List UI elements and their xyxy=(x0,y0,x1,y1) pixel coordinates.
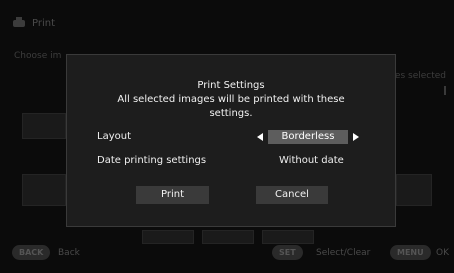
menu-key-badge[interactable]: MENU xyxy=(390,245,431,260)
image-thumbnail xyxy=(142,230,194,244)
set-label: Select/Clear xyxy=(316,248,371,258)
layout-label: Layout xyxy=(97,131,131,142)
menu-label: OK xyxy=(436,248,449,258)
image-thumbnail xyxy=(22,113,66,139)
back-key-badge[interactable]: BACK xyxy=(12,245,51,260)
back-label: Back xyxy=(58,248,80,258)
set-key-badge[interactable]: SET xyxy=(272,245,303,260)
date-printing-label: Date printing settings xyxy=(97,155,207,166)
selected-count-text: es selected xyxy=(394,71,446,81)
dialog-description: All selected images will be printed with… xyxy=(117,94,345,119)
scrollbar-indicator xyxy=(444,86,446,95)
print-settings-dialog: Print Settings All selected images will … xyxy=(66,54,396,227)
footer-bar: BACK Back SET Select/Clear MENU OK xyxy=(0,245,454,263)
dialog-title: Print Settings xyxy=(197,80,265,91)
image-thumbnail xyxy=(396,174,432,206)
arrow-left-icon[interactable] xyxy=(257,133,263,141)
image-thumbnail xyxy=(262,230,314,244)
arrow-right-icon[interactable] xyxy=(353,133,359,141)
date-printing-value[interactable]: Without date xyxy=(279,154,344,168)
screen-title: Print xyxy=(32,17,56,29)
layout-selector[interactable]: Borderless xyxy=(257,130,359,144)
printer-icon xyxy=(12,17,26,29)
image-thumbnail xyxy=(22,174,66,206)
print-button[interactable]: Print xyxy=(136,186,209,204)
layout-value[interactable]: Borderless xyxy=(268,130,348,144)
cancel-button[interactable]: Cancel xyxy=(256,186,328,204)
image-thumbnail xyxy=(202,230,254,244)
instruction-text: Choose im xyxy=(14,51,62,61)
screen-header: Print xyxy=(12,17,55,29)
